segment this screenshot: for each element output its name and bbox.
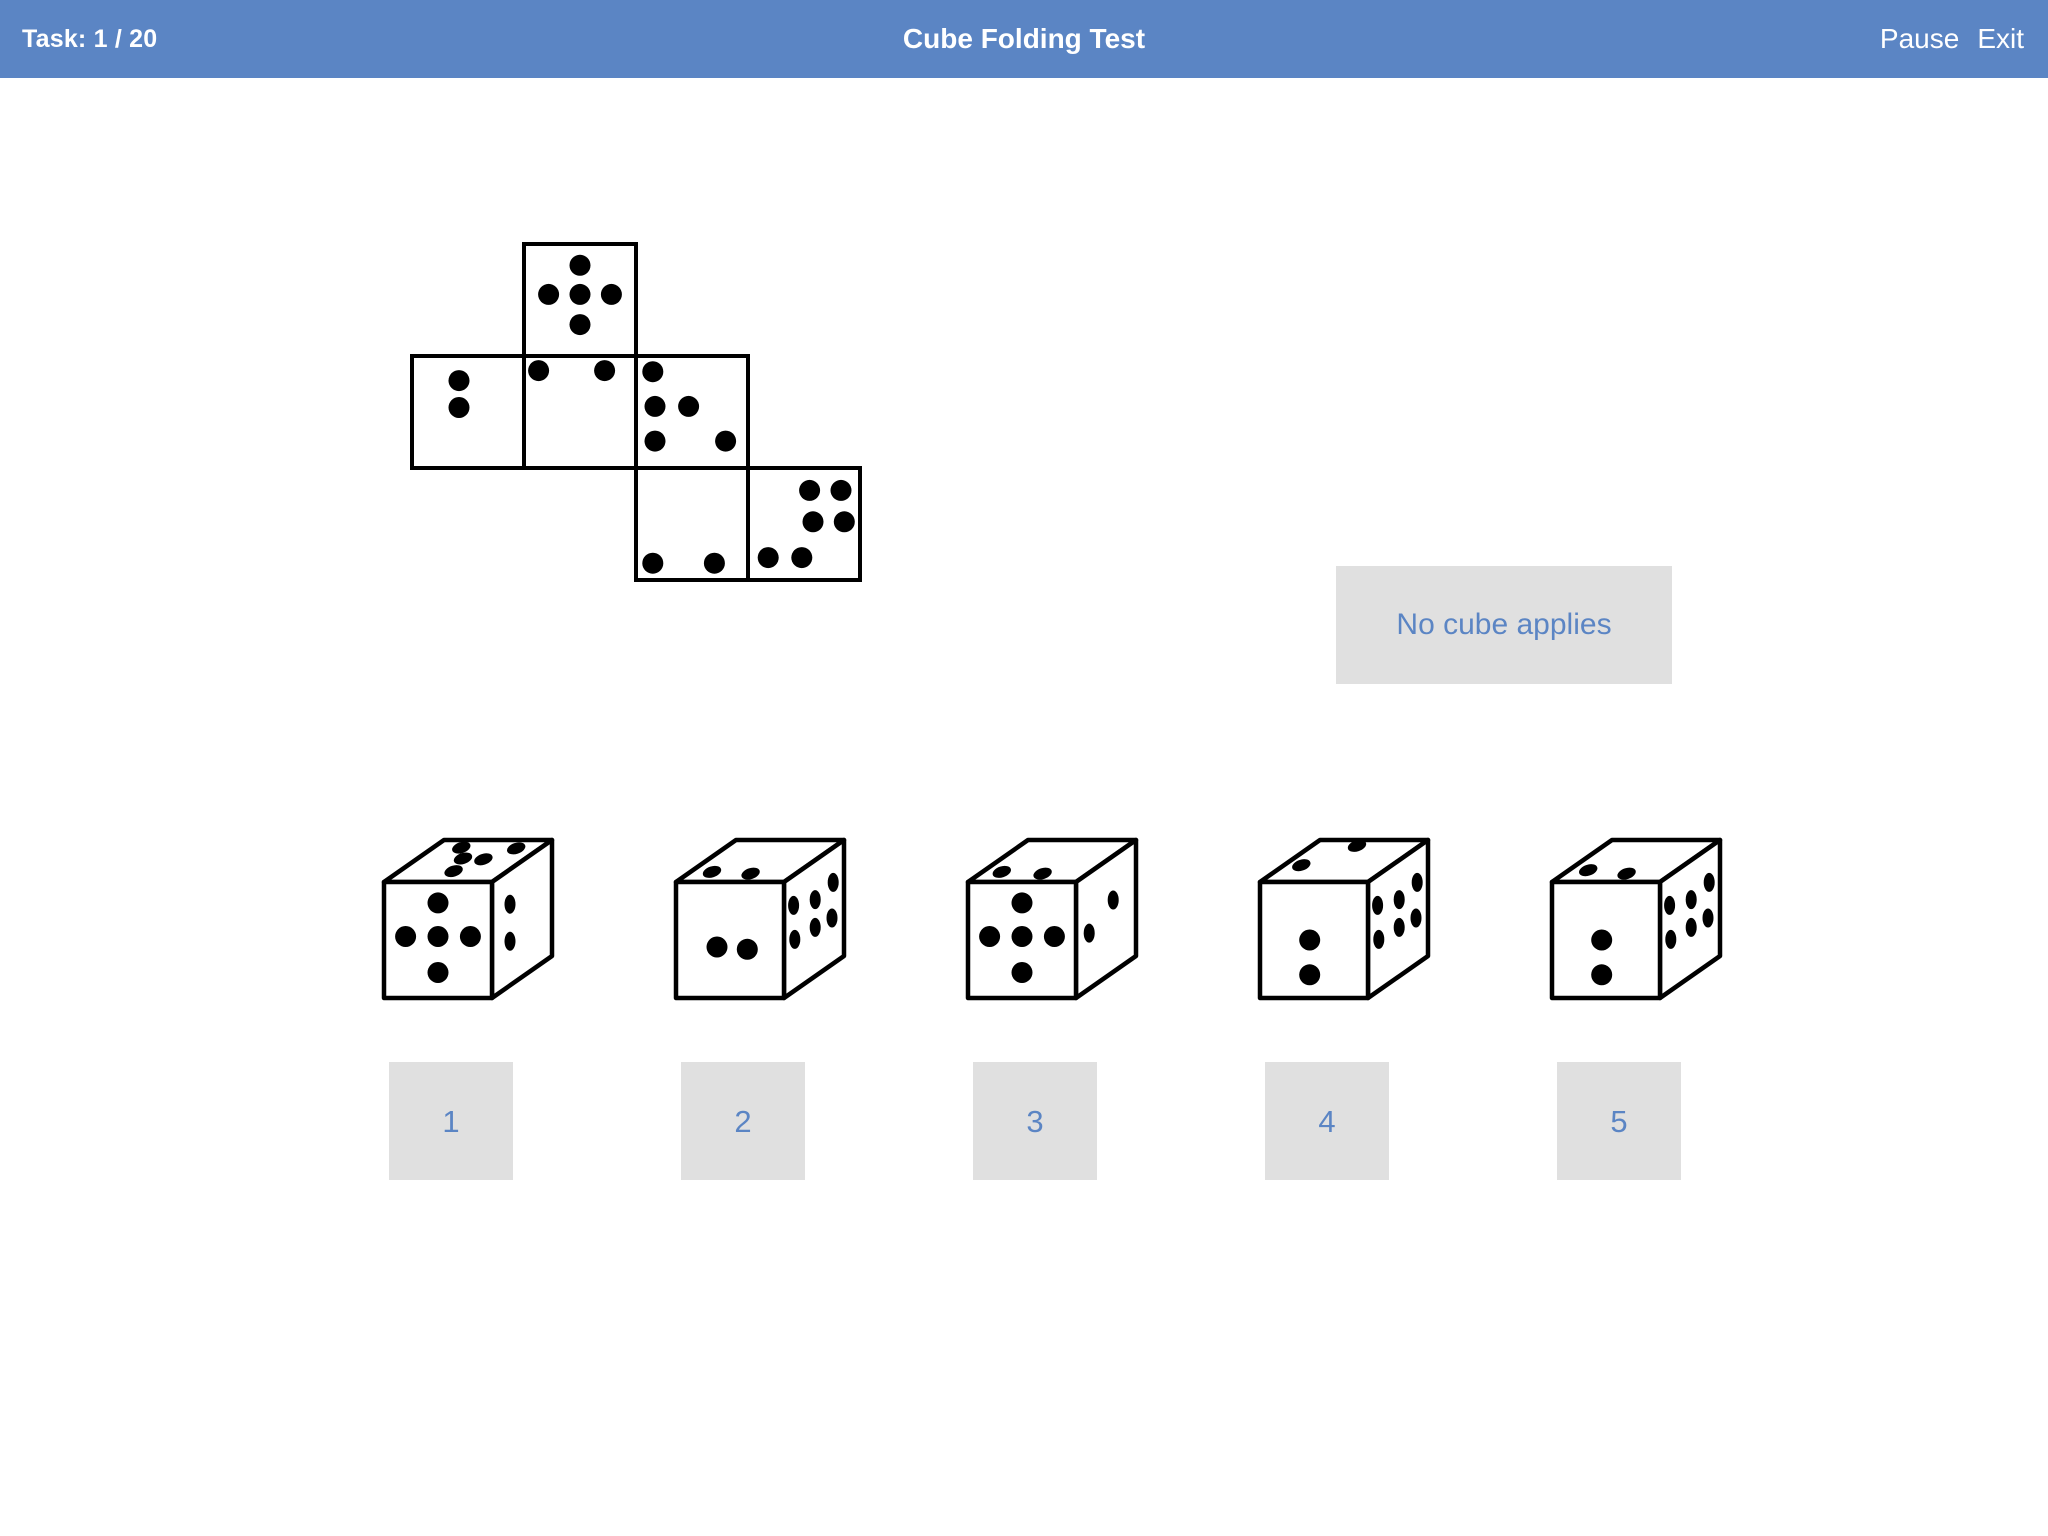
net-face-middle-pip-1 — [528, 360, 550, 382]
answer-cube-1-front-pip-1 — [427, 892, 449, 914]
answer-cube-3-front-pip-4 — [1043, 926, 1065, 947]
answer-cube-5-svg — [1549, 837, 1723, 1001]
answer-cube-5-right-pip-6 — [1702, 908, 1714, 928]
answer-number-buttons-row: 1 2 3 4 5 — [0, 1062, 2048, 1180]
net-face-right-pip-5 — [715, 430, 737, 452]
answer-cube-4-right-pip-3 — [1411, 872, 1423, 892]
net-face-left-pip-2 — [448, 397, 470, 418]
net-face-top-pip-3 — [569, 283, 591, 305]
answer-cube-1-front-pip-2 — [395, 926, 417, 947]
net-face-middle-pip-2 — [594, 360, 616, 382]
net-face-right-pip-3 — [678, 395, 700, 417]
answer-cube-4-svg — [1257, 837, 1431, 1001]
answer-cube-2-right-pip-5 — [809, 917, 821, 937]
net-face-right-pip-4 — [644, 430, 666, 452]
answer-button-1-label: 1 — [442, 1103, 460, 1139]
net-face-bottom-right-pip-2 — [830, 479, 852, 501]
answer-cube-4-right-pip-2 — [1393, 890, 1405, 910]
net-face-right-pip-1 — [642, 361, 664, 383]
answer-cube-2-svg — [673, 837, 847, 1001]
net-face-bottom-middle-pip-1 — [642, 552, 664, 574]
answer-cube-4-right-pip-1 — [1372, 895, 1384, 915]
answer-cube-5-front-pip-1 — [1591, 929, 1613, 951]
answer-cube-5-right-pip-3 — [1703, 872, 1715, 892]
answer-cube-2-right-pip-3 — [827, 872, 839, 892]
exit-button[interactable]: Exit — [1977, 23, 2024, 55]
answer-cube-2-front-face — [673, 879, 787, 1001]
answer-button-5-label: 5 — [1610, 1103, 1628, 1139]
answer-cube-1-right-pip-2 — [504, 931, 516, 951]
cube-folding-test-screen: Task: 1 / 20 Cube Folding Test Pause Exi… — [0, 0, 2048, 1536]
answer-button-4-label: 4 — [1318, 1103, 1336, 1139]
answer-cube-1-svg — [381, 837, 555, 1001]
answer-cube-5-front-pip-2 — [1591, 964, 1613, 986]
answer-cube-1-right-pip-1 — [504, 894, 516, 914]
answer-button-1[interactable]: 1 — [389, 1062, 513, 1180]
page-title: Cube Folding Test — [902, 23, 1146, 54]
net-face-middle — [522, 354, 638, 470]
no-cube-applies-label: No cube applies — [1396, 608, 1612, 641]
answer-button-3[interactable]: 3 — [973, 1062, 1097, 1180]
answer-cube-3-front-pip-3 — [1011, 926, 1033, 947]
answer-cube-4-right-pip-4 — [1373, 929, 1385, 949]
answer-cube-2[interactable] — [664, 820, 864, 1020]
answer-button-2-label: 2 — [734, 1103, 752, 1139]
answer-cube-2-right-pip-4 — [789, 929, 801, 949]
answer-button-3-label: 3 — [1026, 1103, 1044, 1139]
answer-cube-4-right-pip-6 — [1410, 908, 1422, 928]
answer-cube-1-front-pip-3 — [427, 926, 449, 947]
answer-cube-4-front-pip-1 — [1299, 929, 1321, 951]
net-face-bottom-middle-pip-2 — [703, 552, 725, 574]
answer-cube-2-front-pip-1 — [706, 936, 728, 958]
answer-cube-4-front-pip-2 — [1299, 964, 1321, 986]
net-face-bottom-right-pip-3 — [802, 511, 824, 533]
no-cube-applies-button[interactable]: No cube applies — [1336, 566, 1672, 684]
answer-cube-4[interactable] — [1248, 820, 1448, 1020]
net-face-left — [410, 354, 526, 470]
net-face-top-pip-5 — [569, 314, 591, 336]
answer-cube-5-right-pip-1 — [1664, 895, 1676, 915]
cube-net-diagram — [408, 240, 878, 582]
net-face-right-pip-2 — [644, 395, 666, 417]
net-face-bottom-right-pip-4 — [833, 511, 855, 533]
net-face-top-pip-1 — [569, 254, 591, 276]
answer-cube-2-front-pip-2 — [736, 938, 758, 960]
net-face-right — [634, 354, 750, 470]
answer-cube-3-right-pip-1 — [1083, 923, 1095, 943]
net-face-bottom-middle — [634, 466, 750, 582]
answer-cube-5-right-pip-5 — [1685, 917, 1697, 937]
answer-cube-1[interactable] — [372, 820, 572, 1020]
answer-cube-4-right-pip-5 — [1393, 917, 1405, 937]
answer-button-5[interactable]: 5 — [1557, 1062, 1681, 1180]
app-header: Task: 1 / 20 Cube Folding Test Pause Exi… — [0, 0, 2048, 78]
answer-cubes-row — [0, 820, 2048, 1020]
answer-cube-2-right-pip-2 — [809, 890, 821, 910]
answer-cube-3-right-pip-2 — [1107, 890, 1119, 910]
answer-cube-2-right-pip-6 — [826, 908, 838, 928]
net-face-left-pip-1 — [448, 370, 470, 392]
pause-button[interactable]: Pause — [1880, 23, 1959, 55]
net-face-bottom-right-pip-6 — [791, 547, 813, 569]
answer-cube-5[interactable] — [1540, 820, 1740, 1020]
answer-cube-5-right-pip-4 — [1665, 929, 1677, 949]
answer-button-4[interactable]: 4 — [1265, 1062, 1389, 1180]
answer-cube-1-front-pip-4 — [459, 926, 481, 947]
net-face-bottom-right-pip-5 — [757, 547, 779, 569]
net-face-bottom-right — [746, 466, 862, 582]
answer-cube-1-front-pip-5 — [427, 962, 449, 983]
answer-cube-2-right-pip-1 — [788, 895, 800, 915]
answer-cube-5-right-pip-2 — [1685, 890, 1697, 910]
net-face-top-pip-2 — [538, 283, 560, 305]
net-face-top-pip-4 — [600, 283, 622, 305]
cube-net-svg — [410, 242, 862, 582]
answer-button-2[interactable]: 2 — [681, 1062, 805, 1180]
answer-cube-3-svg — [965, 837, 1139, 1001]
answer-cube-3-front-pip-5 — [1011, 962, 1033, 983]
net-face-top — [522, 242, 638, 358]
answer-cube-3-front-pip-2 — [979, 926, 1001, 947]
answer-cube-3-front-pip-1 — [1011, 892, 1033, 914]
net-face-bottom-right-pip-1 — [799, 479, 821, 501]
header-actions: Pause Exit — [1880, 23, 2024, 55]
answer-cube-3[interactable] — [956, 820, 1156, 1020]
